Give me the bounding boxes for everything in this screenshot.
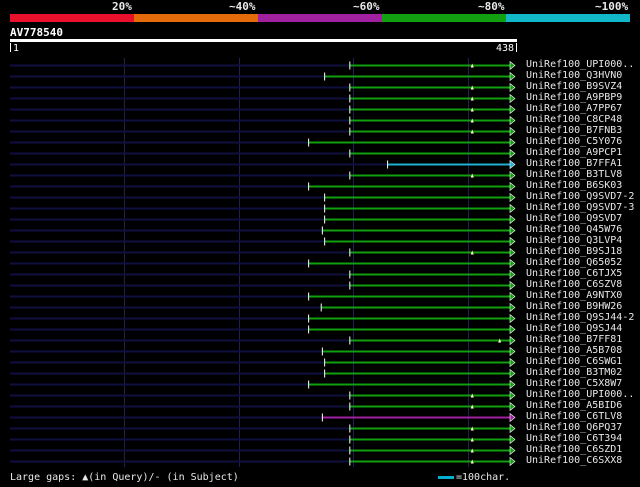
hit-label[interactable]: UniRef100_B7FNB3 — [526, 125, 622, 136]
alignment-end-arrow-icon — [509, 335, 516, 346]
hit-label[interactable]: UniRef100_UPI000.. — [526, 389, 634, 400]
hit-label[interactable]: UniRef100_Q6PQ37 — [526, 422, 622, 433]
hit-label[interactable]: UniRef100_C6SZV8 — [526, 279, 622, 290]
alignment-end-arrow-icon — [509, 192, 516, 203]
scale-legend: =100char. — [438, 472, 510, 483]
alignment-end-arrow-icon — [509, 269, 516, 280]
hit-label[interactable]: UniRef100_Q3HVN0 — [526, 70, 622, 81]
alignment-end-arrow-icon — [509, 291, 516, 302]
alignment-end-arrow-icon — [509, 225, 516, 236]
hit-label[interactable]: UniRef100_Q9SVD7 — [526, 213, 622, 224]
hit-label[interactable]: UniRef100_C6SWG1 — [526, 356, 622, 367]
alignment-end-arrow-icon — [509, 434, 516, 445]
alignment-end-arrow-icon — [509, 390, 516, 401]
hit-label[interactable]: UniRef100_B9SJ18 — [526, 246, 622, 257]
hit-label[interactable]: UniRef100_A9PBP9 — [526, 92, 622, 103]
alignment-end-arrow-icon — [509, 104, 516, 115]
hit-label[interactable]: UniRef100_C5Y076 — [526, 136, 622, 147]
alignment-end-arrow-icon — [509, 148, 516, 159]
hit-label[interactable]: UniRef100_C6T394 — [526, 433, 622, 444]
hit-label[interactable]: UniRef100_C8CP48 — [526, 114, 622, 125]
hit-label[interactable]: UniRef100_Q65052 — [526, 257, 622, 268]
alignment-end-arrow-icon — [509, 93, 516, 104]
hit-label[interactable]: UniRef100_Q3LVP4 — [526, 235, 622, 246]
alignment-end-arrow-icon — [509, 445, 516, 456]
hit-label[interactable]: UniRef100_C6TLV8 — [526, 411, 622, 422]
alignment-end-arrow-icon — [509, 126, 516, 137]
scale-legend-text: =100char. — [456, 472, 511, 483]
hit-label[interactable]: UniRef100_B6SK03 — [526, 180, 622, 191]
alignment-end-arrow-icon — [509, 379, 516, 390]
hit-label[interactable]: UniRef100_Q45W76 — [526, 224, 622, 235]
hit-label[interactable]: UniRef100_B9SVZ4 — [526, 81, 622, 92]
alignment-end-arrow-icon — [509, 302, 516, 313]
alignment-end-arrow-icon — [509, 247, 516, 258]
hit-label[interactable]: UniRef100_A5B708 — [526, 345, 622, 356]
alignment-end-arrow-icon — [509, 181, 516, 192]
alignment-end-arrow-icon — [509, 214, 516, 225]
alignment-end-arrow-icon — [509, 280, 516, 291]
hit-label[interactable]: UniRef100_C6SZD1 — [526, 444, 622, 455]
alignment-end-arrow-icon — [509, 236, 516, 247]
hit-label[interactable]: UniRef100_B7FFA1 — [526, 158, 622, 169]
alignment-end-arrow-icon — [509, 401, 516, 412]
hit-label[interactable]: UniRef100_B7FF81 — [526, 334, 622, 345]
gaps-legend: Large gaps: ▲(in Query)/- (in Subject) — [10, 472, 239, 483]
scale-bar-icon — [438, 475, 454, 479]
hit-label[interactable]: UniRef100_C5X8W7 — [526, 378, 622, 389]
alignment-end-arrow-icon — [509, 346, 516, 357]
alignment-end-arrow-icon — [509, 203, 516, 214]
alignment-end-arrow-icon — [509, 137, 516, 148]
hit-label[interactable]: UniRef100_Q9SVD7-2 — [526, 191, 634, 202]
hit-label[interactable]: UniRef100_Q9SJ44 — [526, 323, 622, 334]
alignment-end-arrow-icon — [509, 159, 516, 170]
alignment-end-arrow-icon — [509, 324, 516, 335]
alignment-end-arrow-icon — [509, 60, 516, 71]
alignment-end-arrow-icon — [509, 258, 516, 269]
hit-label[interactable]: UniRef100_B3TLV8 — [526, 169, 622, 180]
hit-label[interactable]: UniRef100_A9NTX0 — [526, 290, 622, 301]
alignment-end-arrow-icon — [509, 313, 516, 324]
alignment-end-arrow-icon — [509, 357, 516, 368]
hit-label[interactable]: UniRef100_B3TM02 — [526, 367, 622, 378]
hit-label[interactable]: UniRef100_A5BID6 — [526, 400, 622, 411]
hit-label[interactable]: UniRef100_A9PCP1 — [526, 147, 622, 158]
hit-label[interactable]: UniRef100_C6TJX5 — [526, 268, 622, 279]
alignment-end-arrow-icon — [509, 368, 516, 379]
hit-label[interactable]: UniRef100_A7PP67 — [526, 103, 622, 114]
alignment-end-arrow-icon — [509, 82, 516, 93]
hit-label[interactable]: UniRef100_Q9SJ44-2 — [526, 312, 634, 323]
hit-label[interactable]: UniRef100_C6SXX8 — [526, 455, 622, 466]
alignment-end-arrow-icon — [509, 71, 516, 82]
alignment-end-arrow-icon — [509, 412, 516, 423]
alignment-end-arrow-icon — [509, 456, 516, 467]
alignment-end-arrow-icon — [509, 170, 516, 181]
alignment-end-arrow-icon — [509, 423, 516, 434]
hit-label[interactable]: UniRef100_Q9SVD7-3 — [526, 202, 634, 213]
alignment-end-arrow-icon — [509, 115, 516, 126]
hit-label[interactable]: UniRef100_B9HW26 — [526, 301, 622, 312]
hit-label[interactable]: UniRef100_UPI000.. — [526, 59, 634, 70]
